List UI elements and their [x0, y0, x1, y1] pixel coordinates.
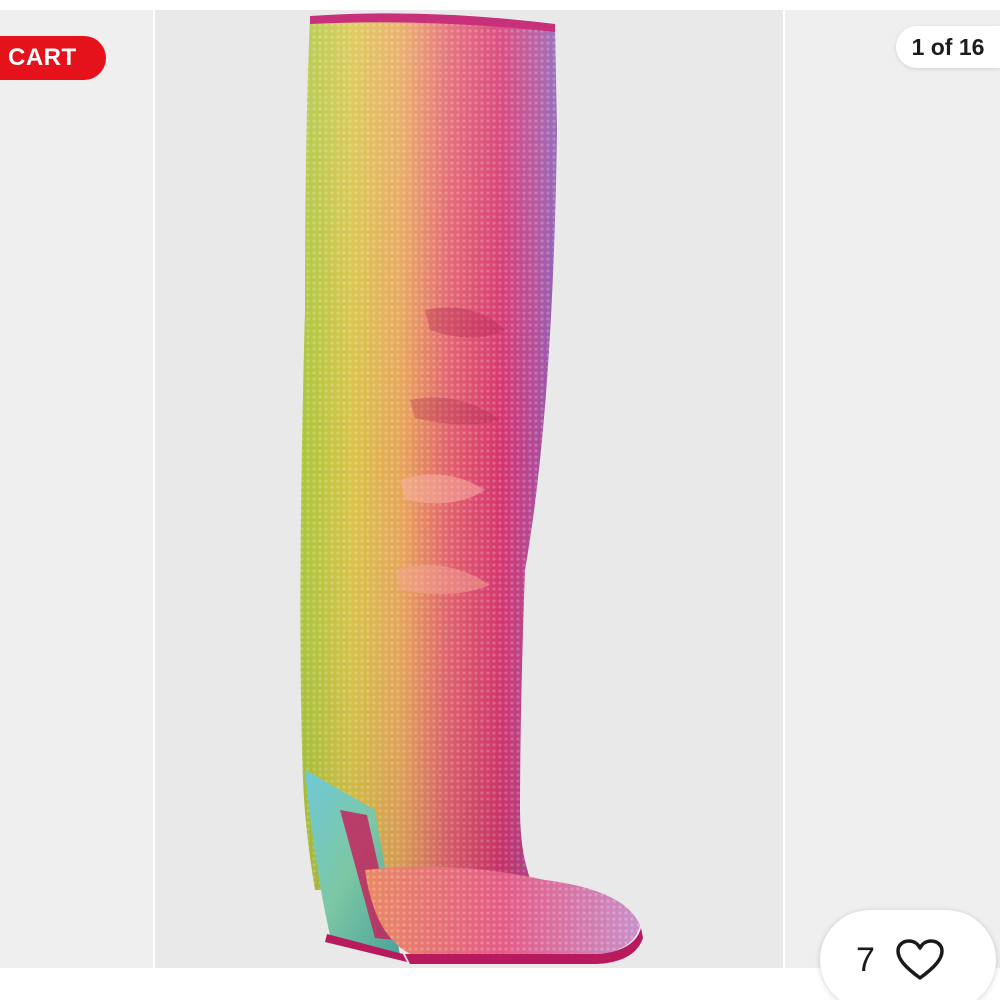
- image-counter: 1 of 16: [896, 26, 1000, 68]
- product-image[interactable]: [155, 10, 783, 968]
- heart-outline-icon: [896, 939, 944, 980]
- favorite-count: 7: [856, 941, 875, 979]
- favorite-button[interactable]: 7: [820, 910, 996, 1000]
- cart-label: CART: [8, 44, 77, 71]
- previous-image-peek[interactable]: [0, 10, 153, 968]
- image-counter-text: 1 of 16: [911, 33, 985, 60]
- sequin-rainbow-boot-image: [300, 13, 643, 964]
- next-image-peek[interactable]: [785, 10, 1000, 968]
- product-image-gallery[interactable]: [0, 0, 1000, 1000]
- cart-badge[interactable]: CART: [0, 36, 106, 80]
